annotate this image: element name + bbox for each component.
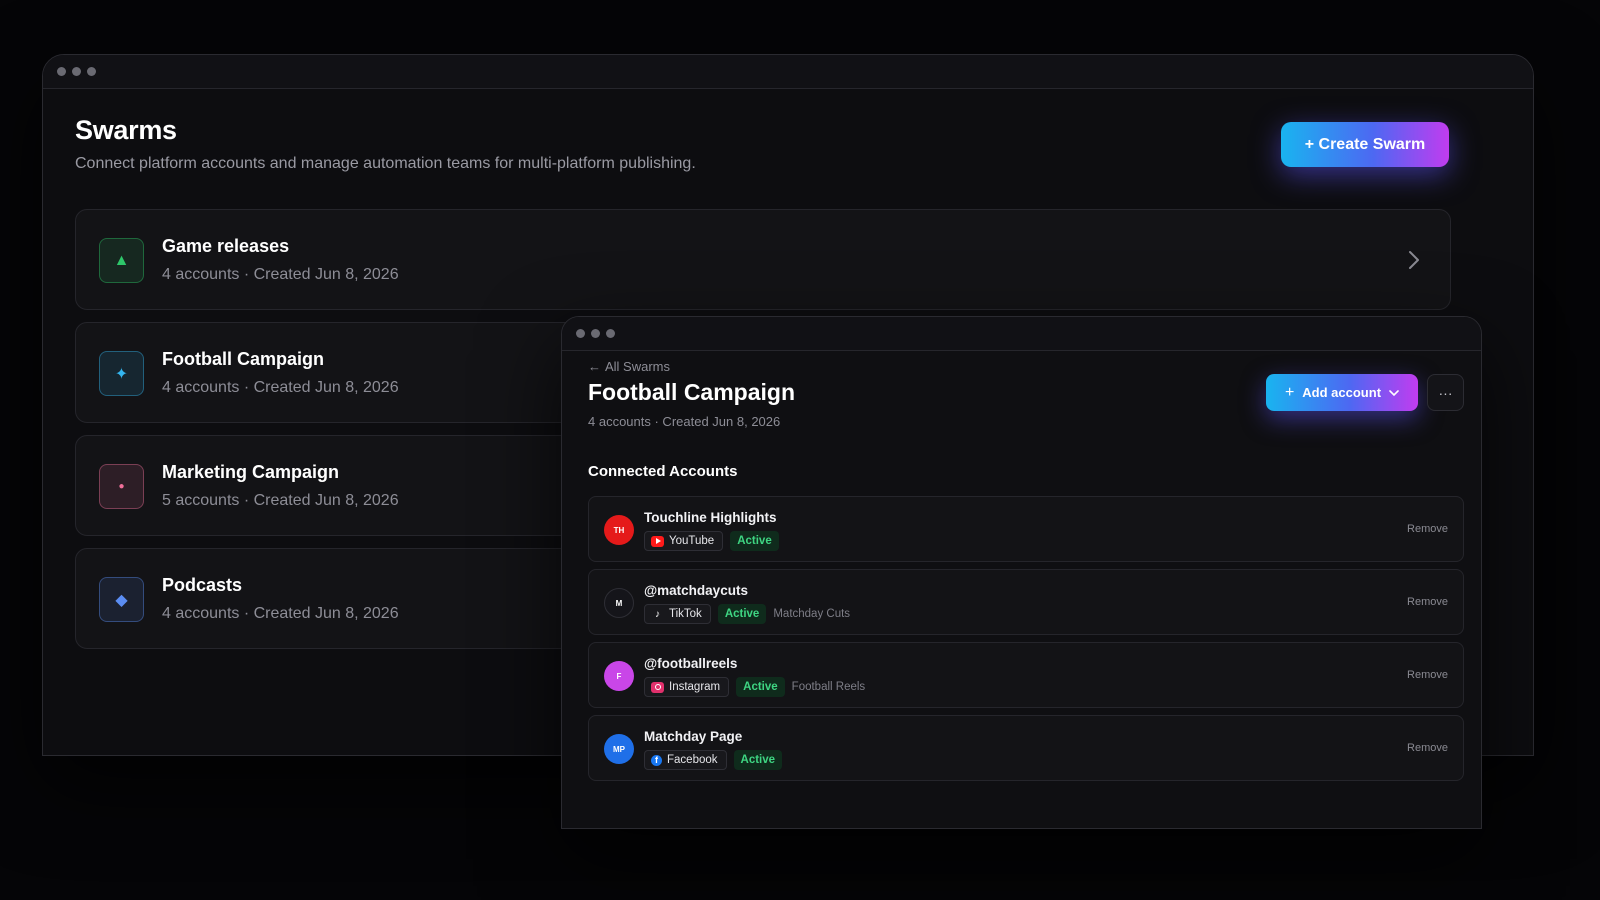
page-title: Swarms: [75, 115, 177, 145]
window-titlebar: [43, 55, 1533, 89]
remove-account-button[interactable]: Remove: [1407, 523, 1448, 535]
avatar: M: [604, 588, 634, 618]
swarm-name: Podcasts: [162, 575, 243, 595]
swarm-detail-page: ← All Swarms Football Campaign 4 account…: [562, 351, 1481, 828]
instagram-icon: [651, 681, 664, 693]
arrow-left-icon: ←: [588, 359, 601, 374]
account-row[interactable]: F @footballreels Instagram Active Football R…: [588, 642, 1464, 708]
swarm-meta: 5 accounts · Created Jun 8, 2026: [162, 492, 399, 509]
account-name: @footballreels: [644, 656, 738, 671]
remove-account-button[interactable]: Remove: [1407, 669, 1448, 681]
account-display-name: Football Reels: [791, 681, 866, 693]
chevron-down-icon: [1389, 389, 1399, 396]
chevron-right-icon[interactable]: [1404, 246, 1424, 274]
swarm-name: Football Campaign: [162, 349, 324, 369]
create-swarm-button[interactable]: + Create Swarm: [1281, 122, 1449, 167]
swarm-meta: 4 accounts · Created Jun 8, 2026: [162, 605, 399, 622]
account-row[interactable]: TH Touchline Highlights YouTube Active Remov…: [588, 496, 1464, 562]
more-options-button[interactable]: ···: [1427, 374, 1464, 411]
triangle-icon: ▲: [99, 238, 144, 283]
window-dot-close[interactable]: [57, 67, 66, 76]
add-account-button[interactable]: + Add account: [1266, 374, 1418, 411]
back-link-label: All Swarms: [605, 359, 671, 374]
page-subtitle: Connect platform accounts and manage aut…: [75, 155, 696, 172]
platform-tag: f Facebook: [644, 750, 727, 770]
platform-label: TikTok: [669, 608, 702, 620]
sparkle-icon: ✦: [99, 351, 144, 396]
account-row[interactable]: MP Matchday Page f Facebook Active Remove: [588, 715, 1464, 781]
account-tags: f Facebook Active: [644, 750, 783, 770]
account-tags: ♪ TikTok Active Matchday Cuts: [644, 604, 850, 624]
swarm-name: Game releases: [162, 236, 290, 256]
plus-icon: +: [1284, 383, 1295, 401]
platform-label: Instagram: [669, 681, 721, 693]
status-badge: Active: [733, 750, 783, 770]
status-badge: Active: [717, 604, 767, 624]
account-name: Matchday Page: [644, 729, 743, 744]
swarm-meta: 4 accounts · Created Jun 8, 2026: [162, 266, 399, 283]
avatar: F: [604, 661, 634, 691]
account-row[interactable]: M @matchdaycuts ♪ TikTok Active Matchday Cuts…: [588, 569, 1464, 635]
tiktok-icon: ♪: [655, 608, 660, 620]
back-to-swarms-link[interactable]: ← All Swarms: [588, 359, 670, 374]
platform-tag: ♪ TikTok: [644, 604, 711, 624]
window-dot-maximize[interactable]: [606, 329, 615, 338]
window-dot-close[interactable]: [576, 329, 585, 338]
facebook-icon: f: [651, 754, 662, 766]
dot-icon: ●: [99, 464, 144, 509]
add-account-label: Add account: [1302, 385, 1382, 400]
account-display-name: Matchday Cuts: [773, 608, 851, 620]
window-dot-minimize[interactable]: [591, 329, 600, 338]
avatar: TH: [604, 515, 634, 545]
diamond-icon: ◆: [99, 577, 144, 622]
swarm-name: Marketing Campaign: [162, 462, 340, 482]
swarm-card-game-releases[interactable]: ▲ Game releases 4 accounts · Created Jun…: [75, 209, 1451, 310]
status-badge: Active: [736, 677, 785, 697]
detail-meta: 4 accounts · Created Jun 8, 2026: [588, 414, 781, 429]
swarm-meta: 4 accounts · Created Jun 8, 2026: [162, 379, 399, 396]
remove-account-button[interactable]: Remove: [1407, 742, 1448, 754]
swarm-detail-window: ← All Swarms Football Campaign 4 account…: [561, 316, 1482, 829]
youtube-icon: [651, 535, 664, 547]
remove-account-button[interactable]: Remove: [1407, 596, 1448, 608]
account-name: Touchline Highlights: [644, 510, 777, 525]
account-tags: YouTube Active: [644, 531, 779, 551]
platform-tag: YouTube: [644, 531, 724, 551]
platform-label: Facebook: [667, 754, 718, 766]
window-dot-minimize[interactable]: [72, 67, 81, 76]
platform-tag: Instagram: [644, 677, 730, 697]
detail-title: Football Campaign: [588, 379, 795, 405]
window-dot-maximize[interactable]: [87, 67, 96, 76]
status-badge: Active: [730, 531, 779, 551]
account-name: @matchdaycuts: [644, 583, 748, 598]
avatar: MP: [604, 734, 634, 764]
account-tags: Instagram Active Football Reels: [644, 677, 865, 697]
window-titlebar: [562, 317, 1481, 351]
platform-label: YouTube: [669, 535, 715, 547]
section-title: Connected Accounts: [588, 463, 738, 480]
